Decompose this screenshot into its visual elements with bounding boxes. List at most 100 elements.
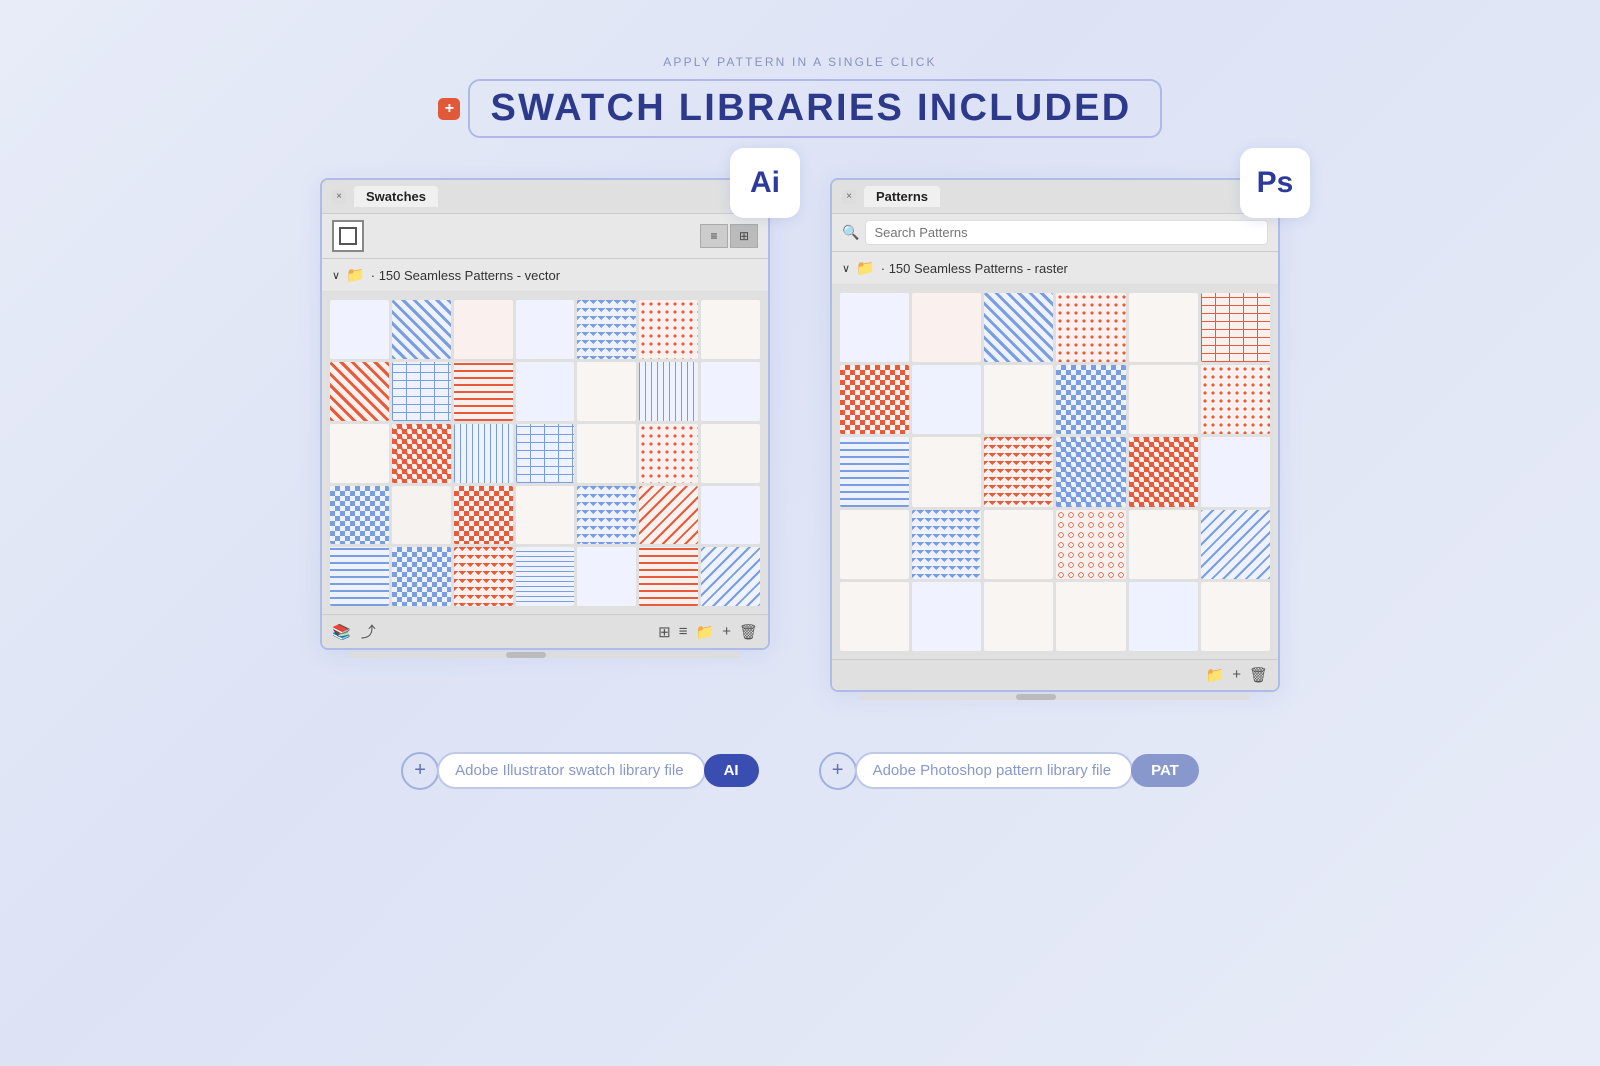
- pattern-cell[interactable]: [984, 293, 1053, 362]
- pattern-cell[interactable]: [1056, 293, 1125, 362]
- ps-chevron-icon: ∨: [842, 262, 850, 275]
- pattern-cell[interactable]: [516, 300, 575, 359]
- pattern-cell[interactable]: [984, 365, 1053, 434]
- pattern-cell[interactable]: [840, 437, 909, 506]
- view-grid-btn[interactable]: ⊞: [730, 224, 758, 248]
- pattern-cell[interactable]: [840, 582, 909, 651]
- ai-panel-wrapper: Ai × Swatches ≡ ≡ ⊞: [320, 178, 770, 660]
- library-icon[interactable]: 📚: [332, 623, 351, 641]
- pattern-cell[interactable]: [392, 424, 451, 483]
- pattern-cell[interactable]: [454, 424, 513, 483]
- pattern-cell[interactable]: [1201, 293, 1270, 362]
- pattern-cell[interactable]: [1056, 510, 1125, 579]
- pattern-cell[interactable]: [516, 547, 575, 606]
- ps-titlebar: × Patterns ≡: [832, 180, 1278, 214]
- pattern-cell[interactable]: [1201, 365, 1270, 434]
- place-icon[interactable]: ⤴: [361, 621, 376, 642]
- ai-app-badge: Ai: [730, 148, 800, 218]
- pattern-cell[interactable]: [701, 424, 760, 483]
- ps-folder3-icon[interactable]: 📁: [1206, 666, 1225, 684]
- ps-pattern-grid: [832, 285, 1278, 659]
- pattern-cell[interactable]: [639, 547, 698, 606]
- pattern-cell[interactable]: [1201, 510, 1270, 579]
- pattern-cell[interactable]: [516, 424, 575, 483]
- add-icon[interactable]: +: [722, 623, 731, 640]
- pattern-cell[interactable]: [912, 365, 981, 434]
- pattern-cell[interactable]: [1201, 437, 1270, 506]
- pattern-cell[interactable]: [330, 300, 389, 359]
- pattern-cell[interactable]: [516, 486, 575, 545]
- pattern-cell[interactable]: [639, 486, 698, 545]
- pattern-cell[interactable]: [516, 362, 575, 421]
- pattern-cell[interactable]: [639, 362, 698, 421]
- ps-hscrollbar-thumb[interactable]: [1016, 694, 1056, 700]
- pattern-cell[interactable]: [639, 300, 698, 359]
- ai-panel-window: × Swatches ≡ ≡ ⊞ ∨ 📁: [320, 178, 770, 650]
- list-icon[interactable]: ≡: [679, 623, 688, 640]
- view-toggle: ≡ ⊞: [700, 224, 758, 248]
- pattern-cell[interactable]: [701, 547, 760, 606]
- pattern-cell[interactable]: [912, 582, 981, 651]
- pattern-cell[interactable]: [701, 300, 760, 359]
- pattern-cell[interactable]: [701, 362, 760, 421]
- pattern-cell[interactable]: [1201, 582, 1270, 651]
- pattern-cell[interactable]: [330, 547, 389, 606]
- pattern-cell[interactable]: [701, 486, 760, 545]
- pattern-cell[interactable]: [454, 547, 513, 606]
- pattern-cell[interactable]: [330, 362, 389, 421]
- ps-hscrollbar: [860, 694, 1250, 700]
- pattern-cell[interactable]: [840, 293, 909, 362]
- pattern-cell[interactable]: [1056, 582, 1125, 651]
- header-title-wrap: + SWATCH LIBRARIES INCLUDED: [438, 79, 1161, 138]
- ai-hscrollbar-thumb[interactable]: [506, 652, 546, 658]
- pattern-cell[interactable]: [840, 365, 909, 434]
- pattern-cell[interactable]: [1129, 582, 1198, 651]
- pattern-cell[interactable]: [639, 424, 698, 483]
- delete-icon[interactable]: 🗑: [739, 623, 758, 641]
- pattern-cell[interactable]: [454, 486, 513, 545]
- pattern-cell[interactable]: [984, 437, 1053, 506]
- pattern-cell[interactable]: [1129, 365, 1198, 434]
- ai-folder-row: ∨ 📁 · 150 Seamless Patterns - vector: [322, 259, 768, 292]
- ai-close-btn[interactable]: ×: [332, 190, 346, 204]
- pattern-cell[interactable]: [392, 486, 451, 545]
- pattern-cell[interactable]: [1129, 293, 1198, 362]
- ai-tag-plus-icon[interactable]: +: [401, 752, 439, 790]
- pattern-cell[interactable]: [577, 486, 636, 545]
- ps-search-bar: 🔍: [832, 214, 1278, 252]
- pattern-cell[interactable]: [984, 510, 1053, 579]
- ai-folder-label: · 150 Seamless Patterns - vector: [371, 268, 560, 283]
- pattern-cell[interactable]: [330, 486, 389, 545]
- ps-close-btn[interactable]: ×: [842, 190, 856, 204]
- pattern-cell[interactable]: [1056, 437, 1125, 506]
- folder2-icon[interactable]: 📁: [696, 623, 715, 641]
- pattern-cell[interactable]: [1056, 365, 1125, 434]
- ai-panel-title: Swatches: [354, 186, 438, 207]
- pattern-cell[interactable]: [454, 300, 513, 359]
- ps-delete-icon[interactable]: 🗑: [1249, 666, 1268, 684]
- pattern-cell[interactable]: [912, 293, 981, 362]
- pattern-cell[interactable]: [577, 300, 636, 359]
- header: APPLY PATTERN IN A SINGLE CLICK + SWATCH…: [438, 55, 1161, 138]
- pattern-cell[interactable]: [577, 424, 636, 483]
- ps-folder-icon: 📁: [856, 259, 875, 277]
- pattern-cell[interactable]: [392, 547, 451, 606]
- pattern-cell[interactable]: [840, 510, 909, 579]
- search-input[interactable]: [865, 220, 1268, 245]
- pattern-cell[interactable]: [984, 582, 1053, 651]
- pattern-cell[interactable]: [330, 424, 389, 483]
- pattern-cell[interactable]: [577, 547, 636, 606]
- pattern-cell[interactable]: [912, 510, 981, 579]
- ps-tag-plus-icon[interactable]: +: [819, 752, 857, 790]
- ai-file-tag: + Adobe Illustrator swatch library file …: [401, 752, 758, 790]
- ps-add-icon[interactable]: +: [1232, 666, 1241, 683]
- pattern-cell[interactable]: [577, 362, 636, 421]
- pattern-cell[interactable]: [392, 362, 451, 421]
- pattern-cell[interactable]: [1129, 437, 1198, 506]
- view-list-btn[interactable]: ≡: [700, 224, 728, 248]
- pattern-cell[interactable]: [1129, 510, 1198, 579]
- pattern-cell[interactable]: [912, 437, 981, 506]
- grid-icon[interactable]: ⊞: [658, 623, 671, 641]
- pattern-cell[interactable]: [454, 362, 513, 421]
- pattern-cell[interactable]: [392, 300, 451, 359]
